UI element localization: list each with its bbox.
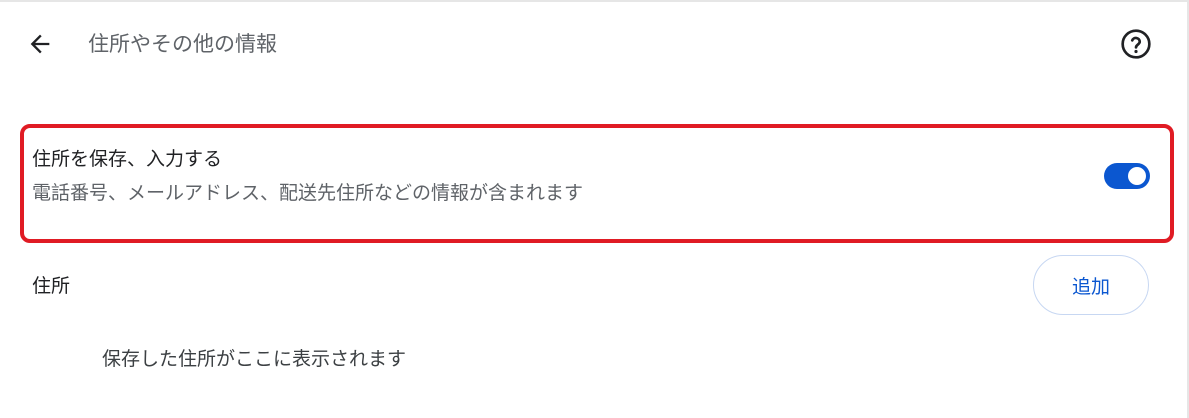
autofill-setting-description: 電話番号、メールアドレス、配送先住所などの情報が含まれます bbox=[32, 182, 584, 204]
autofill-setting-title: 住所を保存、入力する bbox=[32, 148, 223, 170]
arrow-left-icon bbox=[30, 34, 50, 54]
toggle-knob bbox=[1128, 167, 1146, 185]
page-title: 住所やその他の情報 bbox=[88, 32, 277, 56]
autofill-toggle[interactable] bbox=[1104, 163, 1150, 189]
empty-addresses-message: 保存した住所がここに表示されます bbox=[102, 348, 407, 370]
back-button[interactable] bbox=[24, 28, 56, 60]
add-address-button[interactable]: 追加 bbox=[1033, 255, 1149, 315]
addresses-section-label: 住所 bbox=[32, 275, 71, 297]
help-circle-icon bbox=[1121, 29, 1151, 59]
help-button[interactable] bbox=[1119, 27, 1153, 61]
page-header: 住所やその他の情報 bbox=[0, 0, 1189, 90]
